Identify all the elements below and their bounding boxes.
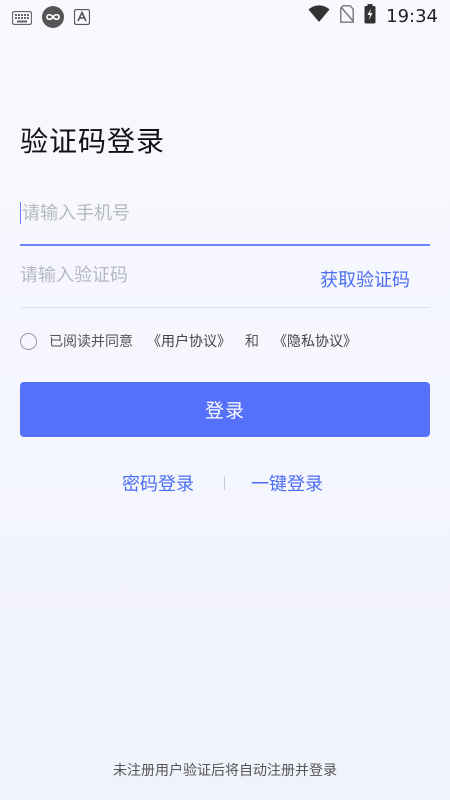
font-a-icon — [73, 8, 91, 29]
login-button-label: 登录 — [204, 400, 245, 422]
get-code-button[interactable]: 获取验证码 — [320, 266, 410, 292]
user-agreement-link[interactable]: 《用户协议》 — [147, 331, 231, 351]
status-bar: 19:34 — [0, 0, 450, 32]
battery-charging-icon — [364, 4, 376, 28]
agreement-checkbox[interactable] — [20, 332, 37, 350]
password-login-link[interactable]: 密码登录 — [122, 470, 194, 496]
code-field-row: 获取验证码 — [20, 252, 430, 308]
agreement-prefix: 已阅读并同意 — [49, 334, 133, 350]
page-title: 验证码登录 — [20, 125, 166, 158]
keyboard-icon — [11, 10, 33, 29]
text-caret — [20, 202, 21, 224]
login-button[interactable]: 登录 — [20, 382, 430, 437]
verification-code-input[interactable] — [20, 252, 300, 298]
privacy-agreement-link[interactable]: 《隐私协议》 — [273, 331, 357, 351]
status-bar-left — [11, 6, 91, 32]
no-sim-icon — [340, 5, 355, 27]
phone-input[interactable] — [20, 190, 432, 236]
phone-field-row — [20, 190, 432, 246]
wifi-icon — [308, 5, 330, 27]
agreement-row: 已阅读并同意 《用户协议》 和 《隐私协议》 — [20, 330, 371, 352]
status-bar-right: 19:34 — [308, 4, 438, 28]
one-key-login-link[interactable]: 一键登录 — [251, 470, 323, 496]
footer-note: 未注册用户验证后将自动注册并登录 — [113, 763, 337, 779]
alt-login-divider — [224, 476, 225, 490]
status-time: 19:34 — [386, 5, 438, 27]
agreement-and: 和 — [245, 334, 259, 350]
alt-login-row: 密码登录 一键登录 — [0, 470, 450, 498]
infinity-icon — [42, 6, 64, 32]
